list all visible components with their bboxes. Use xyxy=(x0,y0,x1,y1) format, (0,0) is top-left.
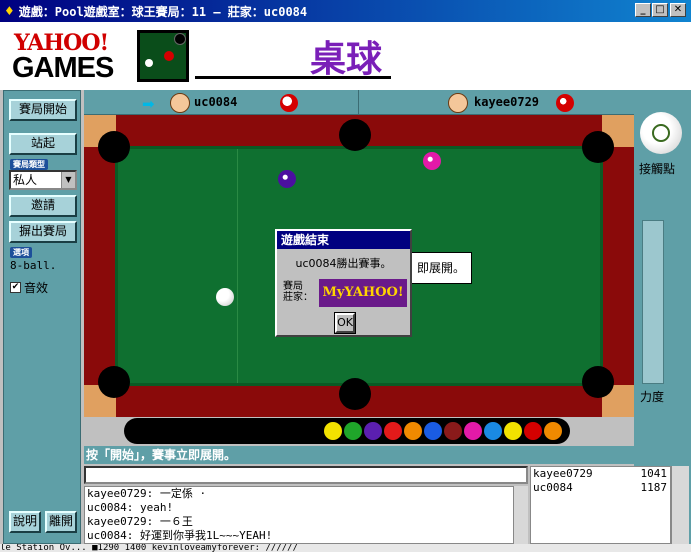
games-logo-text: GAMES xyxy=(12,52,114,84)
options-label: 選項 xyxy=(10,247,32,258)
game-title: 桌球 xyxy=(310,39,383,80)
player1-name: uc0084 xyxy=(194,95,238,109)
player2-name: kayee0729 xyxy=(474,95,540,109)
pocket-bottom-right xyxy=(582,366,614,398)
sound-toggle[interactable]: ✔ 音效 xyxy=(10,279,48,296)
my-yahoo-banner[interactable]: MyYAHOO! xyxy=(319,279,407,307)
maximize-button[interactable]: □ xyxy=(652,3,668,17)
pocket-bottom-left xyxy=(98,366,130,398)
chat-line: kayee0729: 一６王 xyxy=(87,515,193,528)
pocket-bottom-middle xyxy=(339,378,371,410)
chat-log: kayee0729: 一定係 · uc0084: yeah! kayee0729… xyxy=(84,486,528,544)
player2-ball-icon xyxy=(556,94,574,112)
kick-button[interactable]: 摒出賽局 xyxy=(9,221,77,243)
left-control-panel: 賽局開始 站起 賽局類型 私人 ▼ 邀請 摒出賽局 選項 8-ball. ✔ 音… xyxy=(3,90,81,544)
power-meter[interactable] xyxy=(642,220,664,384)
window-title: 遊戲：Pool遊戲室：球王賽局：11 — 莊家：uc0084 xyxy=(18,4,308,19)
checkbox-checked-icon[interactable]: ✔ xyxy=(10,282,21,293)
sound-label: 音效 xyxy=(24,281,49,295)
sponsor-label: 賽局 莊家： xyxy=(283,281,313,303)
chat-line: uc0084: 好運到你爭我1L~~~YEAH! xyxy=(87,529,273,542)
game-type-label: 賽局類型 xyxy=(10,159,48,170)
player-name: uc0084 xyxy=(533,481,573,494)
player-row[interactable]: uc0084 1187 xyxy=(531,481,670,495)
power-label: 力度 xyxy=(640,390,665,404)
game-mode-text: 8-ball. xyxy=(10,259,57,272)
contact-point-selector[interactable] xyxy=(640,112,682,154)
player1-avatar xyxy=(170,93,190,113)
player-score: 1041 xyxy=(640,467,668,480)
start-game-button[interactable]: 賽局開始 xyxy=(9,99,77,121)
app-icon: ♦ xyxy=(4,4,15,18)
pocket-top-left xyxy=(98,131,130,163)
tooltip: 即展開。 xyxy=(410,252,472,284)
player-row[interactable]: kayee0729 1041 xyxy=(531,467,670,481)
status-bar: 按「開始」，賽事立即展開。 xyxy=(84,446,634,464)
invite-button[interactable]: 邀請 xyxy=(9,195,77,217)
minimize-button[interactable]: _ xyxy=(635,3,651,17)
game-over-dialog: 遊戲結束 uc0084勝出賽事。 賽局 莊家： MyYAHOO! OK xyxy=(275,229,412,337)
player-list-scrollbar[interactable] xyxy=(671,466,689,544)
player-list: kayee0729 1041 uc0084 1187 xyxy=(530,466,671,544)
taskbar-strip: le Station Ov... ■1290 1400 kevinloveamy… xyxy=(0,544,691,552)
pocketed-balls-tray xyxy=(124,418,570,444)
player-score: 1187 xyxy=(640,481,668,494)
window-titlebar: ♦ 遊戲：Pool遊戲室：球王賽局：11 — 莊家：uc0084 _ □ ✕ xyxy=(0,0,691,22)
leave-button[interactable]: 離開 xyxy=(45,511,77,533)
pocket-top-right xyxy=(582,131,614,163)
chat-line: uc0084: yeah! xyxy=(87,501,174,514)
dialog-message: uc0084勝出賽事。 xyxy=(295,257,392,270)
player1-ball-icon xyxy=(280,94,298,112)
ok-button[interactable]: OK xyxy=(334,312,356,334)
header-divider xyxy=(195,76,391,79)
chat-scrollbar[interactable] xyxy=(513,486,528,544)
game-type-select[interactable]: 私人 ▼ xyxy=(9,170,77,190)
magenta-ball xyxy=(423,152,441,170)
players-bar: ➡ uc0084 kayee0729 xyxy=(84,90,634,115)
purple-ball xyxy=(278,170,296,188)
cue-ball xyxy=(216,288,234,306)
chevron-down-icon: ▼ xyxy=(61,172,75,188)
contact-point-label: 接觸點 xyxy=(639,162,676,176)
dialog-title: 遊戲結束 xyxy=(277,231,410,249)
pool-logo-icon xyxy=(137,30,189,82)
help-button[interactable]: 說明 xyxy=(9,511,41,533)
games-header: YAHOO! GAMES 桌球 xyxy=(0,22,691,90)
turn-arrow-icon: ➡ xyxy=(142,95,155,113)
close-button[interactable]: ✕ xyxy=(670,3,686,17)
chat-input[interactable] xyxy=(84,466,528,484)
player-name: kayee0729 xyxy=(533,467,593,480)
chat-line: kayee0729: 一定係 · xyxy=(87,487,207,500)
player2-avatar xyxy=(448,93,468,113)
stand-up-button[interactable]: 站起 xyxy=(9,133,77,155)
game-type-value: 私人 xyxy=(13,173,38,187)
pocket-top-middle xyxy=(339,119,371,151)
